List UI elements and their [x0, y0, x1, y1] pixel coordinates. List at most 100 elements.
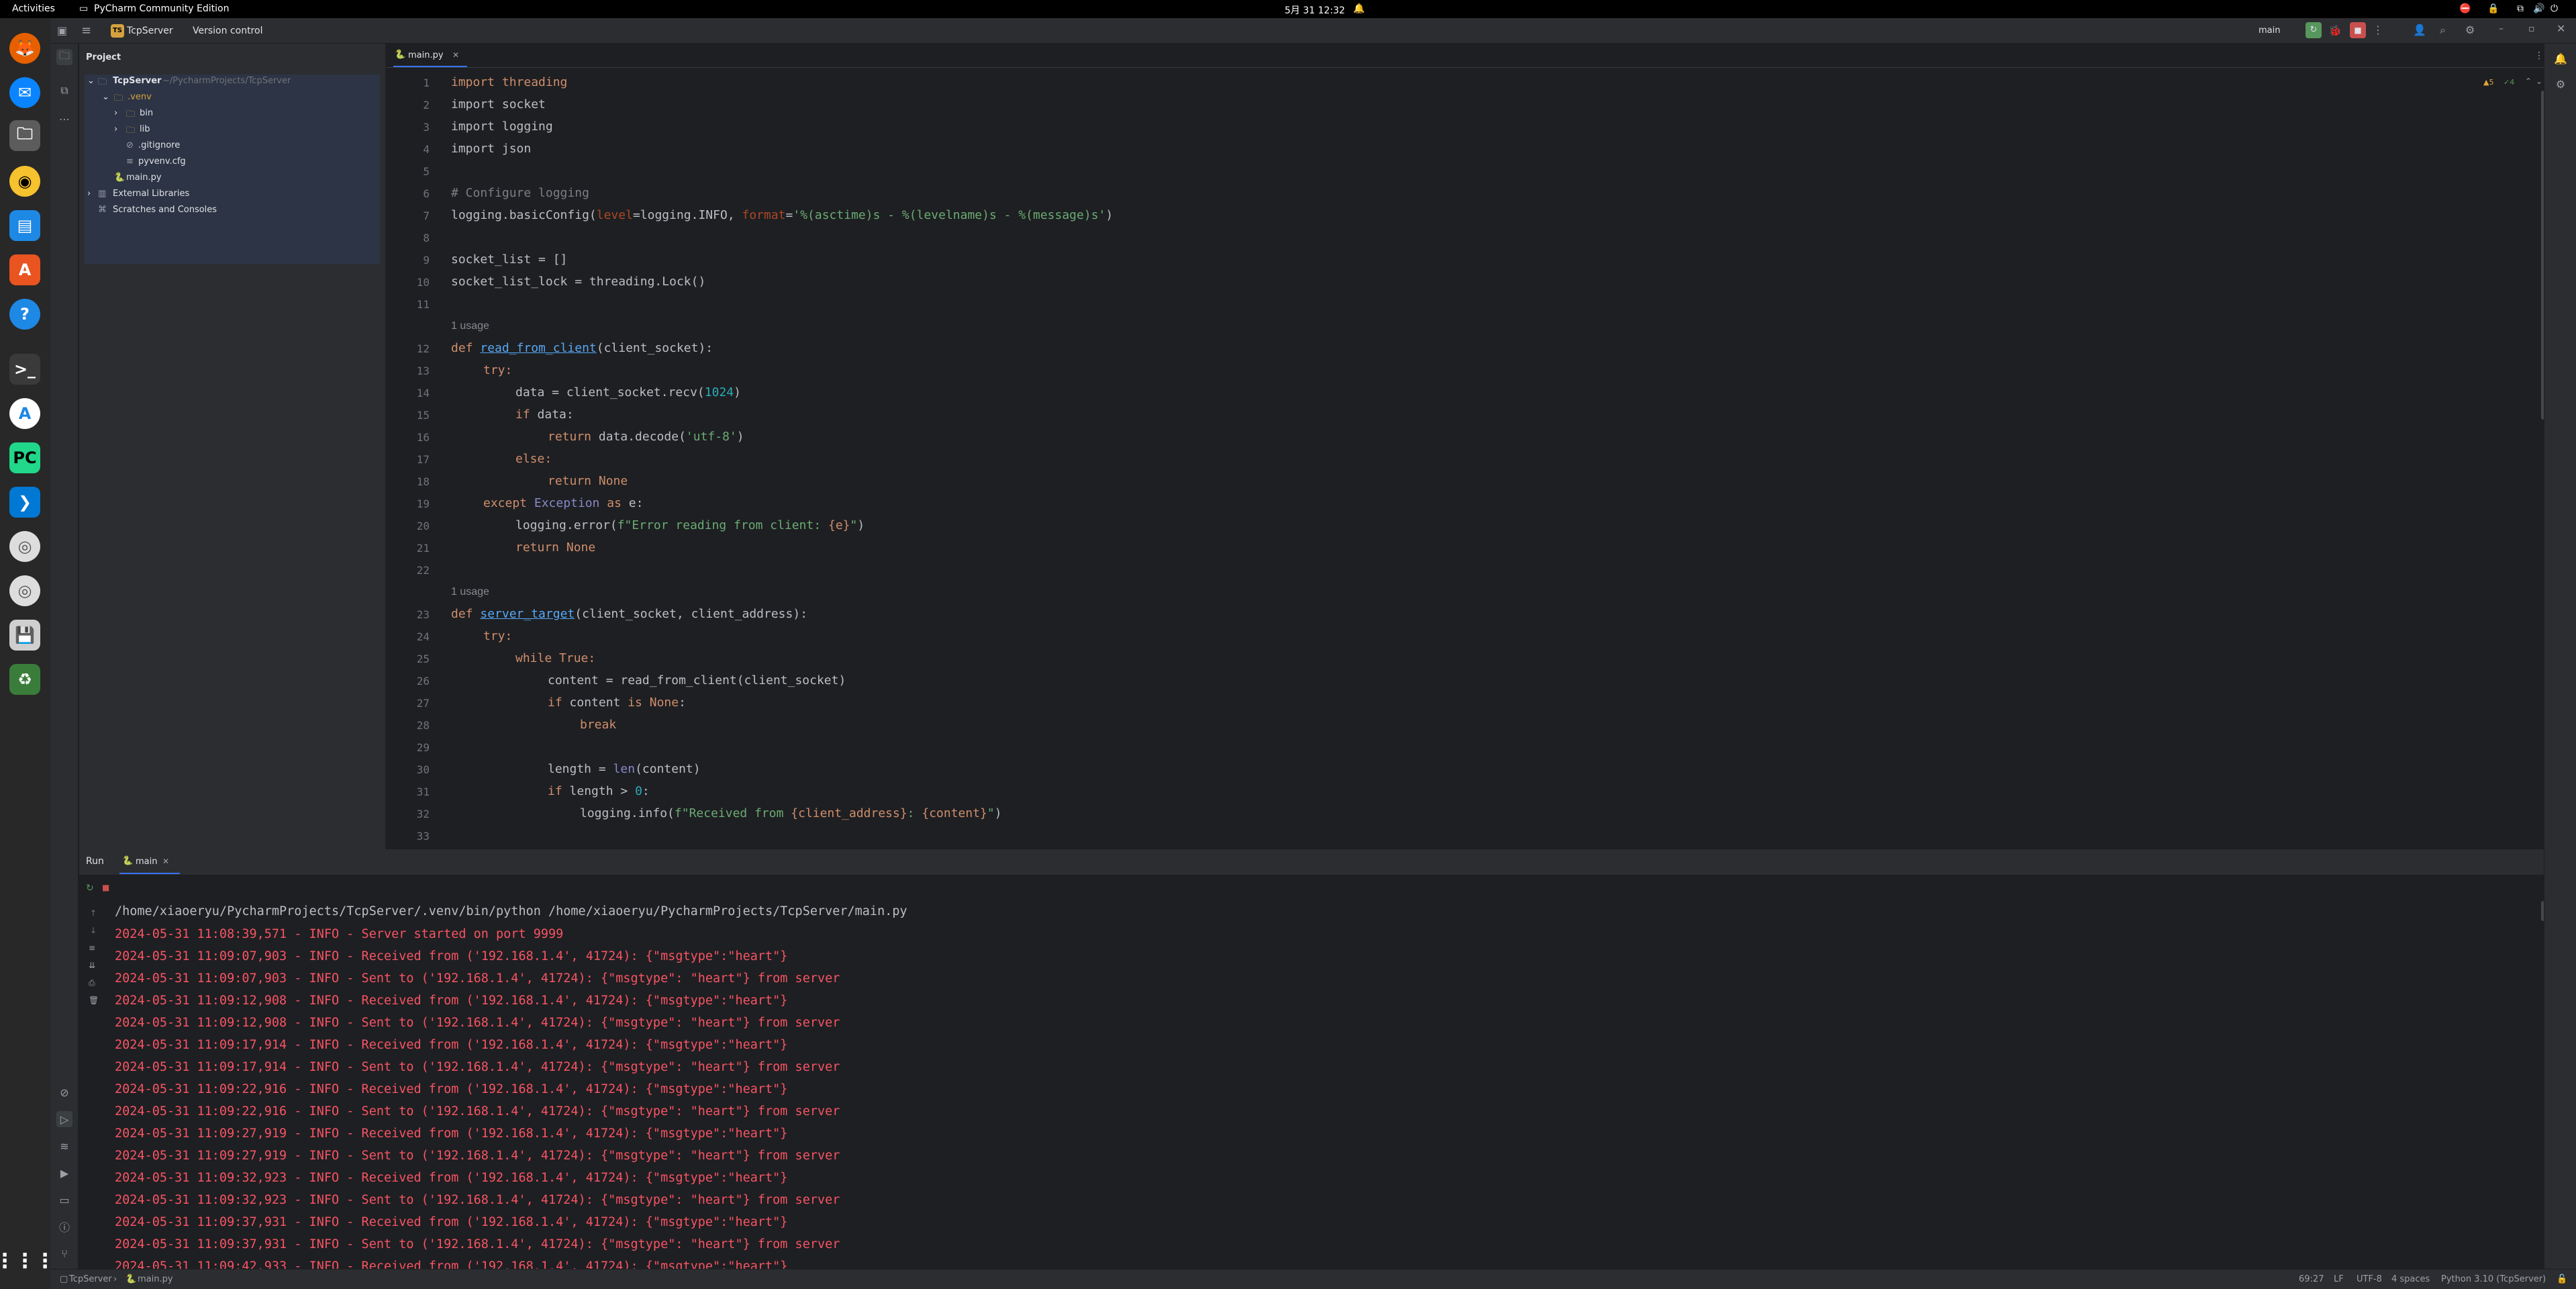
tray-lock-icon[interactable]: 🔒: [2487, 3, 2499, 14]
disc-icon[interactable]: ◎: [9, 531, 40, 562]
activities-button[interactable]: Activities: [12, 3, 55, 14]
chevron-down-icon[interactable]: ⌄: [102, 92, 109, 102]
line-number[interactable]: 20: [389, 520, 430, 532]
code-line[interactable]: socket_list = []: [451, 252, 567, 267]
code-line[interactable]: import socket: [451, 97, 546, 111]
line-number[interactable]: 18: [389, 475, 430, 488]
line-number[interactable]: 3: [389, 121, 430, 134]
usage-hint[interactable]: 1 usage: [451, 586, 489, 598]
tree-external-libraries[interactable]: External Libraries: [113, 189, 189, 199]
line-number[interactable]: 26: [389, 675, 430, 687]
rerun-icon[interactable]: ↻: [2306, 22, 2322, 38]
problems-icon[interactable]: ⓘ: [56, 1219, 72, 1235]
save-icon[interactable]: 💾: [9, 620, 40, 651]
line-number[interactable]: 21: [389, 542, 430, 555]
breadcrumb-file[interactable]: main.py: [138, 1274, 173, 1284]
line-number[interactable]: 33: [389, 830, 430, 843]
editor-more-icon[interactable]: ⋮: [2534, 50, 2544, 61]
code-line[interactable]: logging.info(f"Received from {client_add…: [580, 806, 1002, 820]
run-tab-close-icon[interactable]: ✕: [162, 857, 169, 866]
services-icon[interactable]: ▶: [56, 1165, 72, 1181]
line-number[interactable]: 17: [389, 453, 430, 466]
line-number[interactable]: 10: [389, 276, 430, 289]
warnings-count[interactable]: ▲5: [2483, 78, 2493, 87]
line-number[interactable]: 22: [389, 564, 430, 577]
usage-hint[interactable]: 1 usage: [451, 320, 489, 332]
line-number[interactable]: 4: [389, 143, 430, 156]
structure-tool-icon[interactable]: ⧉: [56, 83, 72, 99]
scroll-down-icon[interactable]: ↓: [90, 926, 97, 935]
python-interpreter[interactable]: Python 3.10 (TcpServer): [2441, 1274, 2546, 1284]
settings-gear-icon[interactable]: ⚙: [2465, 23, 2475, 36]
more-tools-icon[interactable]: ⋯: [56, 111, 72, 127]
line-number[interactable]: 16: [389, 431, 430, 444]
run-tool-icon[interactable]: ▷: [56, 1111, 72, 1127]
chevron-up-icon[interactable]: ⌃: [2525, 77, 2532, 86]
chevron-right-icon[interactable]: ›: [87, 189, 91, 199]
python-packages-icon[interactable]: ⊘: [56, 1084, 72, 1100]
code-line[interactable]: def server_target(client_socket, client_…: [451, 607, 807, 621]
volume-icon[interactable]: 🔊: [2533, 3, 2544, 14]
chevron-right-icon[interactable]: ›: [114, 124, 117, 134]
code-line[interactable]: if content is None:: [548, 696, 686, 710]
run-config-selector[interactable]: main: [2259, 26, 2280, 36]
main-menu-icon[interactable]: ≡: [81, 23, 91, 38]
code-line[interactable]: data = client_socket.recv(1024): [515, 385, 741, 399]
line-number[interactable]: 13: [389, 365, 430, 377]
more-icon[interactable]: ⋮: [2373, 23, 2383, 36]
line-number[interactable]: 12: [389, 342, 430, 355]
minimize-icon[interactable]: –: [2499, 23, 2504, 34]
line-number[interactable]: 9: [389, 254, 430, 267]
code-line[interactable]: logging.error(f"Error reading from clien…: [515, 518, 864, 532]
help-icon[interactable]: ?: [9, 299, 40, 330]
tab-main-py[interactable]: 🐍 main.py ✕: [393, 44, 467, 67]
line-number[interactable]: 28: [389, 719, 430, 732]
search-icon[interactable]: ⌕: [2440, 23, 2446, 37]
code-line[interactable]: socket_list_lock = threading.Lock(): [451, 275, 705, 289]
code-line[interactable]: else:: [515, 452, 552, 466]
code-line[interactable]: while True:: [515, 651, 595, 665]
writer-icon[interactable]: ▤: [9, 210, 40, 241]
network-icon[interactable]: ⧉: [2517, 3, 2524, 14]
apps-grid-icon[interactable]: ⋮⋮⋮: [0, 1245, 55, 1276]
appcenter-icon[interactable]: A: [9, 254, 40, 285]
code-line[interactable]: length = len(content): [548, 762, 701, 776]
code-line[interactable]: return None: [548, 474, 628, 488]
tree-main[interactable]: main.py: [126, 173, 162, 183]
tree-root[interactable]: TcpServer: [113, 76, 161, 86]
rhythmbox-icon[interactable]: ◉: [9, 166, 40, 197]
trash-icon[interactable]: 🗑: [89, 996, 99, 1005]
line-separator[interactable]: LF: [2334, 1274, 2344, 1284]
code-line[interactable]: if length > 0:: [548, 784, 650, 798]
soft-wrap-icon[interactable]: ≡: [89, 943, 95, 953]
line-number[interactable]: 30: [389, 763, 430, 776]
ai-assistant-icon[interactable]: ⚙: [2553, 76, 2569, 92]
file-encoding[interactable]: UTF-8: [2357, 1274, 2382, 1284]
code-line[interactable]: except Exception as e:: [483, 496, 643, 510]
rerun-icon[interactable]: ↻: [86, 883, 94, 894]
project-panel-title[interactable]: Project: [86, 52, 121, 62]
firefox-icon[interactable]: 🦊: [9, 33, 40, 64]
account-icon[interactable]: 👤: [2413, 23, 2426, 36]
code-line[interactable]: import logging: [451, 120, 553, 134]
stop-icon[interactable]: ■: [2350, 22, 2366, 38]
no-entry-icon[interactable]: ⛔: [2459, 3, 2471, 14]
project-selector[interactable]: TcpServer: [127, 26, 173, 36]
indent-setting[interactable]: 4 spaces: [2391, 1274, 2430, 1284]
tree-venv[interactable]: .venv: [128, 92, 152, 102]
stop-icon[interactable]: ■: [102, 883, 109, 892]
notifications-icon[interactable]: 🔔: [2553, 50, 2569, 66]
vcs-selector[interactable]: Version control: [193, 26, 262, 36]
terminal-icon[interactable]: >_: [9, 354, 40, 385]
line-number[interactable]: 5: [389, 165, 430, 178]
line-number[interactable]: 25: [389, 653, 430, 665]
clock[interactable]: 5月 31 12:32: [1285, 3, 1345, 17]
line-number[interactable]: 32: [389, 808, 430, 820]
line-number[interactable]: 23: [389, 608, 430, 621]
debug-icon[interactable]: 🐞: [2328, 24, 2342, 37]
code-line[interactable]: def read_from_client(client_socket):: [451, 341, 713, 355]
tree-bin[interactable]: bin: [140, 108, 153, 118]
print-icon[interactable]: ⎙: [89, 978, 95, 988]
code-line[interactable]: import json: [451, 142, 531, 156]
code-line[interactable]: # Configure logging: [451, 186, 589, 200]
